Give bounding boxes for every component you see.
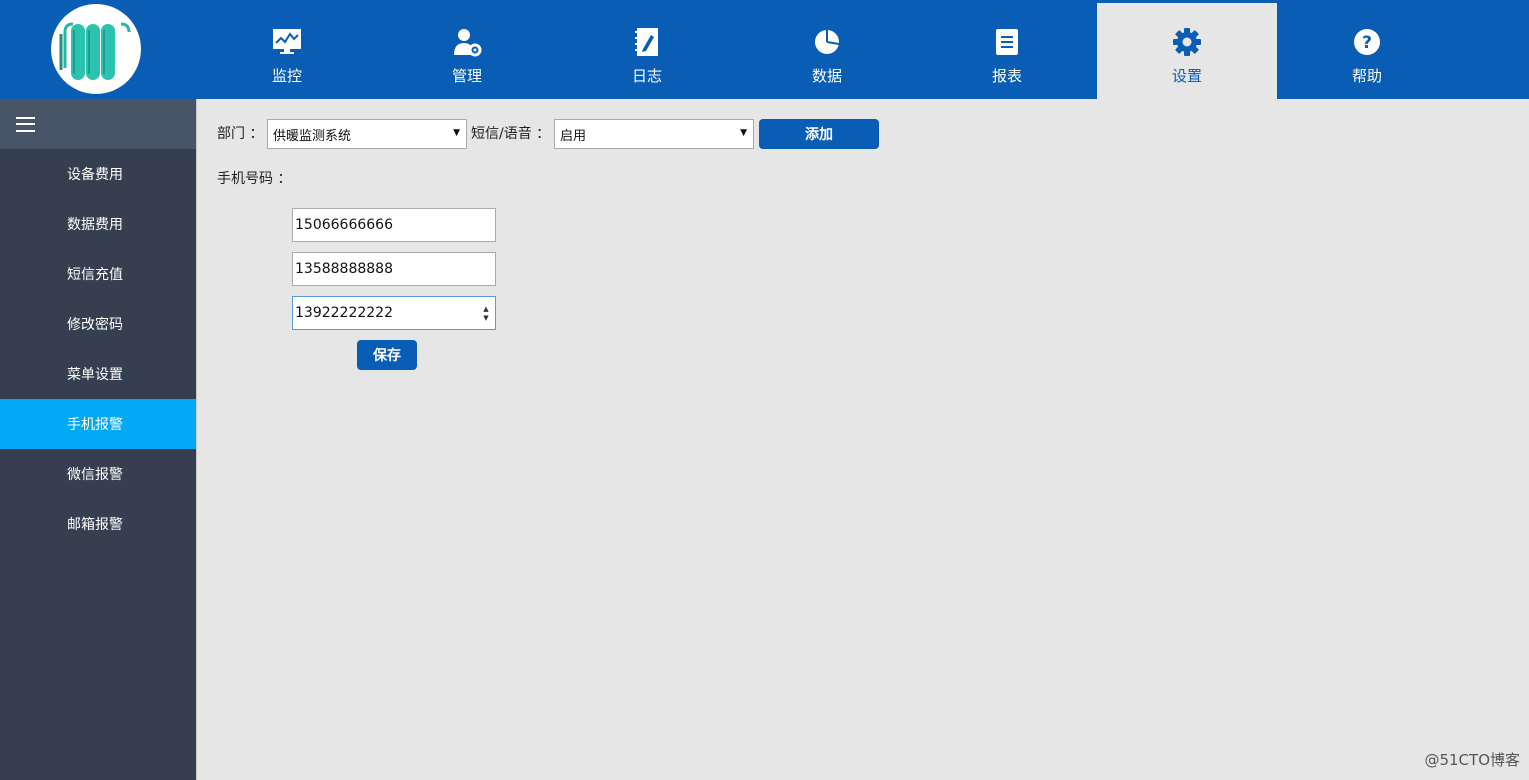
sidebar-item-email-alarm[interactable]: 邮箱报警 [0, 499, 196, 549]
sms-voice-label: 短信/语音 ： [471, 126, 551, 142]
phone-input-value: 15066666666 [295, 217, 393, 233]
radiator-logo-icon[interactable] [51, 4, 141, 94]
sidebar-item-change-password[interactable]: 修改密码 [0, 299, 196, 349]
report-document-icon [992, 27, 1022, 57]
sidebar-item-data-fee[interactable]: 数据费用 [0, 199, 196, 249]
sidebar-divider [196, 99, 197, 780]
phone-input-3[interactable]: 13922222222 ▲ ▼ [292, 296, 496, 330]
save-button[interactable]: 保存 [357, 340, 417, 370]
user-gear-icon [452, 27, 482, 57]
sidebar-item-sms-recharge[interactable]: 短信充值 [0, 249, 196, 299]
phone-number-label: 手机号码 ： [217, 171, 292, 187]
top-header: 监控 管理 日志 数据 报表 设置 ? 帮助 [0, 0, 1529, 99]
nav-label: 报表 [991, 67, 1022, 85]
phone-input-2[interactable]: 13588888888 [292, 252, 496, 286]
phone-input-value: 13588888888 [295, 261, 393, 277]
sms-voice-selected-value: 启用 [560, 128, 587, 144]
pie-chart-icon [812, 27, 842, 57]
sidebar-item-device-fee[interactable]: 设备费用 [0, 149, 196, 199]
department-label: 部门 ： [217, 126, 264, 142]
sidebar: 设备费用 数据费用 短信充值 修改密码 菜单设置 手机报警 微信报警 邮箱报警 [0, 99, 196, 780]
department-selected-value: 供暖监测系统 [273, 128, 352, 144]
nav-manage[interactable]: 管理 [377, 3, 557, 99]
watermark: @51CTO博客 [1424, 751, 1520, 769]
nav-label: 设置 [1171, 67, 1202, 85]
nav-data[interactable]: 数据 [737, 3, 917, 99]
sidebar-item-wechat-alarm[interactable]: 微信报警 [0, 449, 196, 499]
svg-text:?: ? [1362, 33, 1372, 53]
phone-input-value: 13922222222 [295, 305, 393, 321]
sidebar-header [0, 99, 196, 149]
gear-icon [1172, 27, 1202, 57]
phone-input-1[interactable]: 15066666666 [292, 208, 496, 242]
nav-monitor[interactable]: 监控 [197, 3, 377, 99]
main-nav: 监控 管理 日志 数据 报表 设置 ? 帮助 [197, 3, 1457, 99]
spinner-down-icon[interactable]: ▼ [483, 315, 488, 322]
sidebar-item-phone-alarm[interactable]: 手机报警 [0, 399, 196, 449]
sms-voice-select[interactable]: 启用 ▼ [554, 119, 754, 149]
sidebar-item-menu-settings[interactable]: 菜单设置 [0, 349, 196, 399]
nav-help[interactable]: ? 帮助 [1277, 3, 1457, 99]
help-circle-icon: ? [1352, 27, 1382, 57]
nav-report[interactable]: 报表 [917, 3, 1097, 99]
dropdown-arrow-icon: ▼ [740, 128, 747, 138]
number-spinner[interactable]: ▲ ▼ [481, 306, 491, 322]
monitor-chart-icon [272, 27, 302, 57]
nav-settings[interactable]: 设置 [1097, 3, 1277, 99]
spinner-up-icon[interactable]: ▲ [483, 306, 488, 313]
nav-label: 数据 [811, 67, 842, 85]
hamburger-menu-icon[interactable] [16, 116, 35, 132]
department-select[interactable]: 供暖监测系统 ▼ [267, 119, 467, 149]
add-button[interactable]: 添加 [759, 119, 879, 149]
nav-label: 监控 [271, 67, 302, 85]
dropdown-arrow-icon: ▼ [453, 128, 460, 138]
notebook-pen-icon [632, 27, 662, 57]
nav-label: 管理 [451, 67, 482, 85]
nav-log[interactable]: 日志 [557, 3, 737, 99]
nav-label: 日志 [631, 67, 662, 85]
nav-label: 帮助 [1351, 67, 1382, 85]
